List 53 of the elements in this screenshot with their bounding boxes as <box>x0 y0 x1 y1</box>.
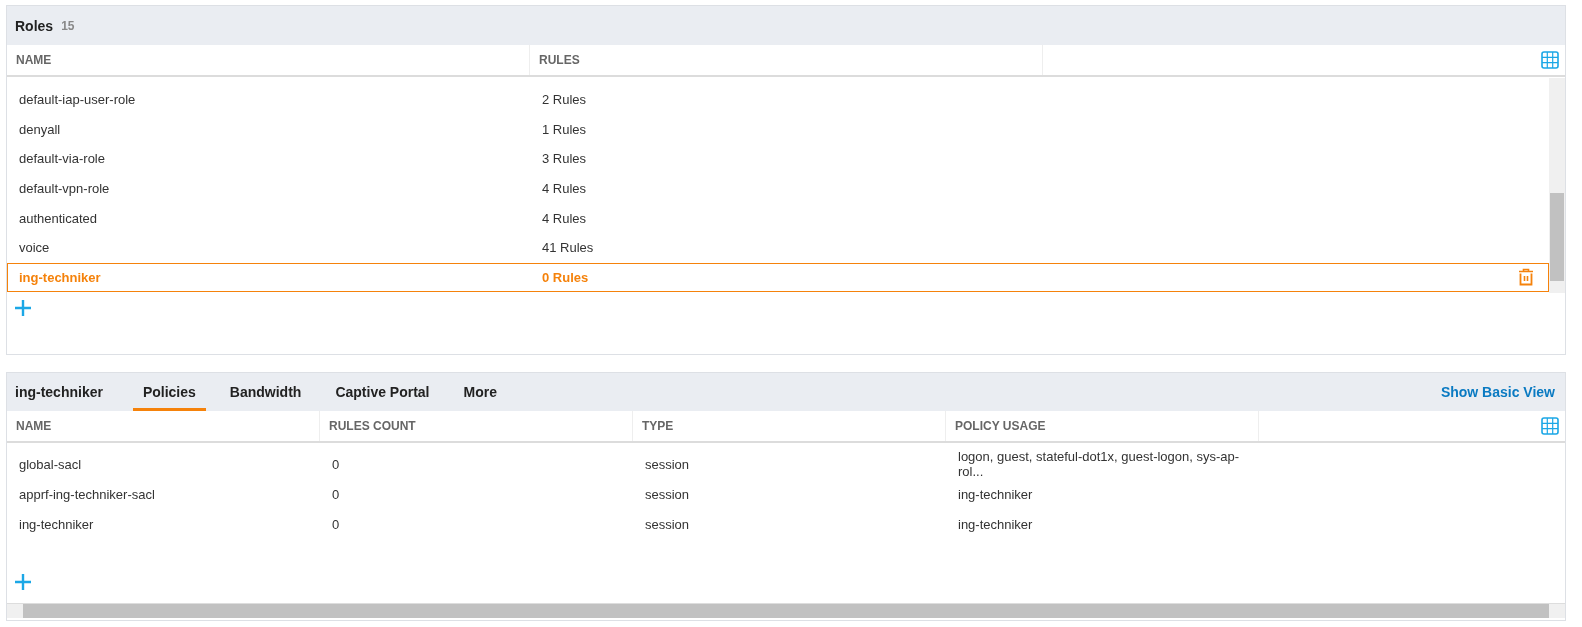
table-cell-text: 1 Rules <box>541 121 588 137</box>
table-cell-text: global-sacl <box>18 456 83 472</box>
table-cell-text: default-via-role <box>18 151 106 167</box>
table-cell-text: 4 Rules <box>541 181 588 197</box>
table-cell-text: 41 Rules <box>541 240 595 256</box>
horizontal-scrollbar[interactable] <box>7 603 1565 618</box>
table-row[interactable]: authenticated 4 Rules <box>7 203 1549 233</box>
vertical-scrollbar[interactable] <box>1549 78 1565 293</box>
table-row[interactable]: denyall 1 Rules <box>7 114 1549 145</box>
table-cell-text: default-iap-user-role <box>18 92 137 108</box>
table-cell-text: session <box>644 516 691 532</box>
column-settings-icon[interactable] <box>1541 51 1559 69</box>
column-header[interactable]: NAME <box>7 411 320 441</box>
column-header[interactable]: TYPE <box>633 411 946 441</box>
table-row[interactable]: default-vpn-role 4 Rules <box>7 173 1549 204</box>
tab[interactable]: Bandwidth <box>219 373 312 411</box>
table-cell-text: logon, guest, stateful-dot1x, guest-logon, sys-ap-rol... <box>957 449 1241 479</box>
table-row[interactable]: voice 41 Rules <box>7 232 1549 263</box>
column-settings-icon[interactable] <box>1541 417 1559 435</box>
table-cell-text: ing-techniker <box>18 516 95 532</box>
tab[interactable]: Captive Portal <box>325 373 440 411</box>
table-cell-text: 0 Rules <box>541 269 590 285</box>
table-cell-text: voice <box>18 240 51 256</box>
table-row[interactable]: default-iap-user-role 2 Rules <box>7 85 1549 115</box>
panel-title: Roles <box>15 17 54 34</box>
column-header[interactable]: RULES COUNT <box>320 411 633 441</box>
trash-icon[interactable] <box>1518 268 1534 287</box>
table-cell-text: 0 <box>331 516 341 532</box>
add-icon[interactable] <box>14 573 32 591</box>
table-cell-text: 3 Rules <box>541 151 588 167</box>
column-header[interactable]: NAME <box>7 45 530 75</box>
table-cell-text: 0 <box>331 456 341 472</box>
table-cell-text: ing-techniker <box>957 516 1034 532</box>
show-basic-view-link[interactable]: Show Basic View <box>1440 373 1557 411</box>
table-cell-text: apprf-ing-techniker-sacl <box>18 486 156 502</box>
table-cell-text: denyall <box>18 121 62 137</box>
column-header[interactable]: POLICY USAGE <box>946 411 1259 441</box>
table-cell-text: default-vpn-role <box>18 181 111 197</box>
table-cell-text: ing-techniker <box>957 486 1034 502</box>
table-cell-text: 4 Rules <box>541 210 588 226</box>
add-icon[interactable] <box>14 299 32 317</box>
table-cell-text: authenticated <box>18 210 99 226</box>
tab[interactable]: More <box>453 373 507 411</box>
table-cell-text: session <box>644 486 691 502</box>
panel-title: ing-techniker <box>15 383 103 402</box>
column-header[interactable]: RULES <box>530 45 1043 75</box>
table-cell-text: ing-techniker <box>18 269 102 285</box>
table-cell-text: 0 <box>331 486 341 502</box>
table-row[interactable]: default-via-role 3 Rules <box>7 144 1549 174</box>
table-cell-text: 2 Rules <box>541 92 588 108</box>
tab[interactable]: Policies <box>132 373 206 411</box>
role-count: 15 <box>61 18 75 33</box>
table-cell-text: session <box>644 456 691 472</box>
